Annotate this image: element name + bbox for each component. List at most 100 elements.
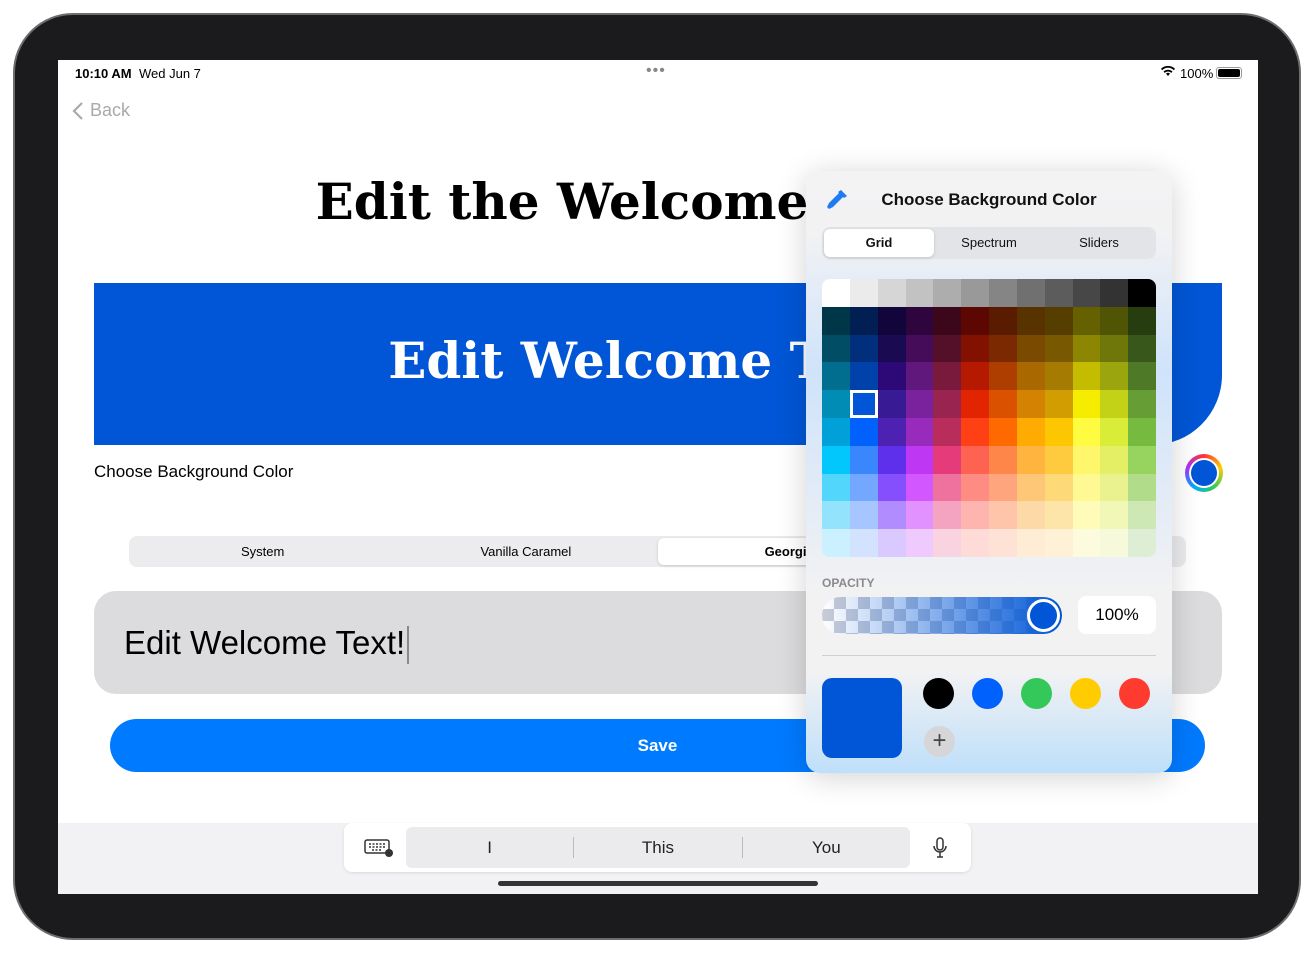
color-cell[interactable]: [1072, 279, 1101, 307]
color-cell[interactable]: [1016, 279, 1045, 307]
color-cell[interactable]: [877, 279, 906, 307]
color-cell[interactable]: [905, 334, 934, 363]
color-cell[interactable]: [877, 306, 906, 335]
color-cell[interactable]: [961, 417, 989, 446]
color-cell[interactable]: [849, 306, 878, 335]
color-swatch[interactable]: [1119, 678, 1150, 709]
color-cell[interactable]: [849, 445, 878, 474]
color-cell[interactable]: [961, 390, 989, 418]
color-cell[interactable]: [877, 362, 906, 391]
color-cell[interactable]: [933, 529, 962, 557]
color-cell[interactable]: [849, 529, 878, 557]
add-swatch-button[interactable]: +: [924, 726, 955, 757]
color-cell[interactable]: [1016, 362, 1045, 391]
color-cell[interactable]: [989, 279, 1017, 307]
color-cell[interactable]: [989, 417, 1017, 446]
color-cell[interactable]: [877, 334, 906, 363]
color-cell[interactable]: [905, 390, 934, 418]
tab-spectrum[interactable]: Spectrum: [934, 229, 1044, 257]
color-cell[interactable]: [1128, 445, 1156, 474]
color-cell[interactable]: [877, 529, 906, 557]
color-cell[interactable]: [849, 501, 878, 530]
color-cell[interactable]: [1072, 390, 1101, 418]
color-cell[interactable]: [1100, 501, 1129, 530]
font-option-vanilla-caramel[interactable]: Vanilla Caramel: [394, 538, 657, 565]
color-cell[interactable]: [961, 306, 989, 335]
color-cell[interactable]: [822, 279, 850, 307]
color-cell[interactable]: [905, 417, 934, 446]
color-cell[interactable]: [822, 334, 850, 363]
color-cell[interactable]: [822, 445, 850, 474]
microphone-icon[interactable]: [932, 836, 948, 865]
color-cell[interactable]: [933, 473, 962, 502]
color-cell[interactable]: [905, 529, 934, 557]
color-cell[interactable]: [1128, 334, 1156, 363]
color-cell[interactable]: [1016, 306, 1045, 335]
color-cell[interactable]: [989, 306, 1017, 335]
suggestion[interactable]: I: [406, 837, 575, 858]
tab-grid[interactable]: Grid: [824, 229, 934, 257]
color-cell[interactable]: [1044, 473, 1073, 502]
color-cell[interactable]: [1128, 390, 1156, 418]
color-well-button[interactable]: [1185, 454, 1223, 492]
back-button[interactable]: Back: [72, 100, 130, 121]
color-cell[interactable]: [961, 362, 989, 391]
color-cell[interactable]: [1072, 473, 1101, 502]
color-cell[interactable]: [1100, 306, 1129, 335]
color-cell[interactable]: [822, 473, 850, 502]
color-cell[interactable]: [849, 362, 878, 391]
color-cell[interactable]: [1016, 445, 1045, 474]
color-cell[interactable]: [989, 529, 1017, 557]
color-cell[interactable]: [1128, 362, 1156, 391]
color-cell[interactable]: [1100, 445, 1129, 474]
color-cell[interactable]: [849, 473, 878, 502]
color-cell[interactable]: [905, 501, 934, 530]
home-indicator[interactable]: [498, 881, 818, 886]
color-cell[interactable]: [905, 445, 934, 474]
color-cell[interactable]: [933, 334, 962, 363]
suggestion[interactable]: This: [574, 837, 743, 858]
color-cell[interactable]: [1016, 390, 1045, 418]
color-cell[interactable]: [1100, 279, 1129, 307]
color-cell[interactable]: [961, 529, 989, 557]
color-cell[interactable]: [877, 417, 906, 446]
color-cell[interactable]: [877, 445, 906, 474]
keyboard-icon[interactable]: [364, 838, 394, 863]
color-cell[interactable]: [1100, 529, 1129, 557]
color-cell[interactable]: [933, 390, 962, 418]
color-cell[interactable]: [1044, 529, 1073, 557]
color-cell[interactable]: [961, 334, 989, 363]
color-cell[interactable]: [822, 390, 850, 418]
color-cell[interactable]: [1044, 306, 1073, 335]
color-cell[interactable]: [877, 501, 906, 530]
multitasking-dots-icon[interactable]: •••: [646, 62, 666, 80]
color-cell[interactable]: [905, 362, 934, 391]
color-cell[interactable]: [1016, 501, 1045, 530]
color-cell[interactable]: [905, 473, 934, 502]
color-cell[interactable]: [822, 529, 850, 557]
color-cell[interactable]: [1072, 417, 1101, 446]
color-cell[interactable]: [933, 445, 962, 474]
color-cell[interactable]: [989, 445, 1017, 474]
color-cell[interactable]: [989, 501, 1017, 530]
color-cell[interactable]: [989, 390, 1017, 418]
color-cell[interactable]: [1016, 417, 1045, 446]
color-cell[interactable]: [933, 306, 962, 335]
color-cell[interactable]: [822, 417, 850, 446]
font-option-system[interactable]: System: [131, 538, 394, 565]
color-cell[interactable]: [1016, 334, 1045, 363]
color-cell[interactable]: [1072, 306, 1101, 335]
opacity-slider-thumb[interactable]: [1027, 599, 1060, 632]
color-cell[interactable]: [933, 417, 962, 446]
color-cell[interactable]: [1100, 390, 1129, 418]
color-cell[interactable]: [849, 390, 878, 418]
color-cell[interactable]: [961, 279, 989, 307]
color-cell[interactable]: [1128, 473, 1156, 502]
color-cell[interactable]: [1100, 473, 1129, 502]
color-cell[interactable]: [1044, 362, 1073, 391]
color-cell[interactable]: [1072, 445, 1101, 474]
color-cell[interactable]: [1100, 334, 1129, 363]
color-cell[interactable]: [933, 362, 962, 391]
opacity-value-field[interactable]: 100%: [1078, 596, 1156, 634]
color-cell[interactable]: [1044, 417, 1073, 446]
